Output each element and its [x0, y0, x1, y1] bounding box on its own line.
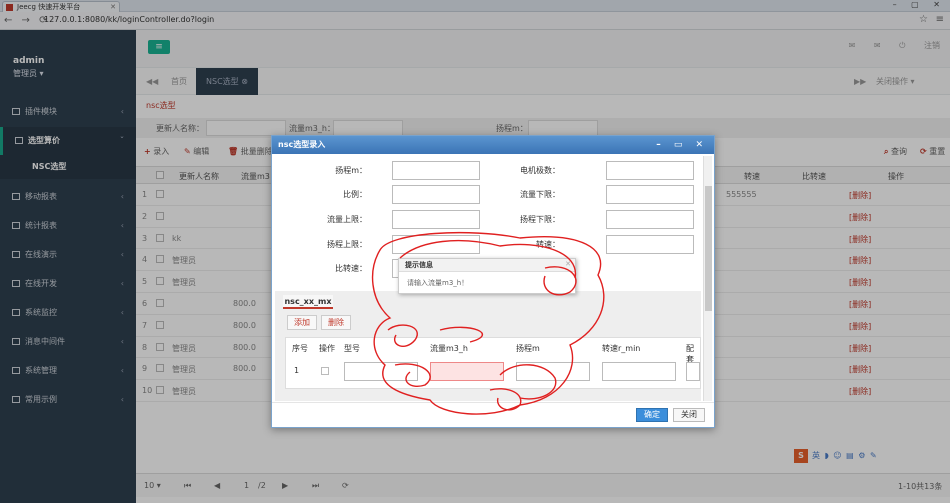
- col-header: 转速r_min: [602, 344, 641, 353]
- tip-popup: 提示信息 ✕ 请输入流量m3_h！: [398, 258, 576, 294]
- flow-lower-input[interactable]: [606, 185, 694, 204]
- close-button[interactable]: 关闭: [673, 408, 705, 422]
- sub-add-button[interactable]: 添加: [287, 315, 317, 330]
- dialog-title-bar[interactable]: nsc选型录入 – ▭ ✕: [272, 136, 714, 154]
- col-header: 型号: [344, 344, 360, 353]
- tip-title: 提示信息: [399, 259, 575, 272]
- ratio-input[interactable]: [392, 185, 480, 204]
- ratio-label: 比例：: [343, 190, 367, 199]
- row-checkbox[interactable]: [321, 367, 329, 375]
- head-upper-input[interactable]: [392, 235, 480, 254]
- dialog-window-controls[interactable]: – ▭ ✕: [656, 136, 708, 154]
- speed-label: 转速：: [536, 240, 560, 249]
- head-row-input[interactable]: [516, 362, 590, 381]
- close-icon[interactable]: ✕: [565, 260, 571, 268]
- dialog-footer: 确定 关闭: [272, 402, 714, 427]
- speed-row-input[interactable]: [602, 362, 676, 381]
- head-upper-label: 扬程上限：: [327, 240, 367, 249]
- motor-poles-label: 电机极数：: [520, 166, 560, 175]
- col-header: 操作: [319, 344, 335, 353]
- row-number: 1: [294, 366, 300, 375]
- flow-lower-label: 流量下限：: [520, 190, 560, 199]
- head-label: 扬程m：: [335, 166, 367, 175]
- dialog-title: nsc选型录入: [278, 140, 326, 149]
- speed-input[interactable]: [606, 235, 694, 254]
- head-lower-input[interactable]: [606, 210, 694, 229]
- vertical-scrollbar[interactable]: [703, 156, 712, 401]
- detail-subgrid: nsc_xx_mx 添加 删除 序号 操作 型号 流量m3_h 扬程m 转速r_…: [275, 291, 701, 401]
- flow-upper-input[interactable]: [392, 210, 480, 229]
- specific-speed-label: 比转速：: [335, 264, 367, 273]
- tip-message: 请输入流量m3_h！: [407, 279, 469, 287]
- detail-table: 序号 操作 型号 流量m3_h 扬程m 转速r_min 配套功 1: [285, 337, 701, 389]
- head-lower-label: 扬程下限：: [520, 215, 560, 224]
- col-header: 扬程m: [516, 344, 540, 353]
- sub-delete-button[interactable]: 删除: [321, 315, 351, 330]
- col-header: 流量m3_h: [430, 344, 468, 353]
- motor-poles-input[interactable]: [606, 161, 694, 180]
- confirm-button[interactable]: 确定: [636, 408, 668, 422]
- flow-input[interactable]: [430, 362, 504, 381]
- col-header: 序号: [292, 344, 308, 353]
- tab-nsc-xx-mx[interactable]: nsc_xx_mx: [283, 295, 333, 309]
- power-row-input[interactable]: [686, 362, 700, 381]
- head-input[interactable]: [392, 161, 480, 180]
- flow-upper-label: 流量上限：: [327, 215, 367, 224]
- model-input[interactable]: [344, 362, 418, 381]
